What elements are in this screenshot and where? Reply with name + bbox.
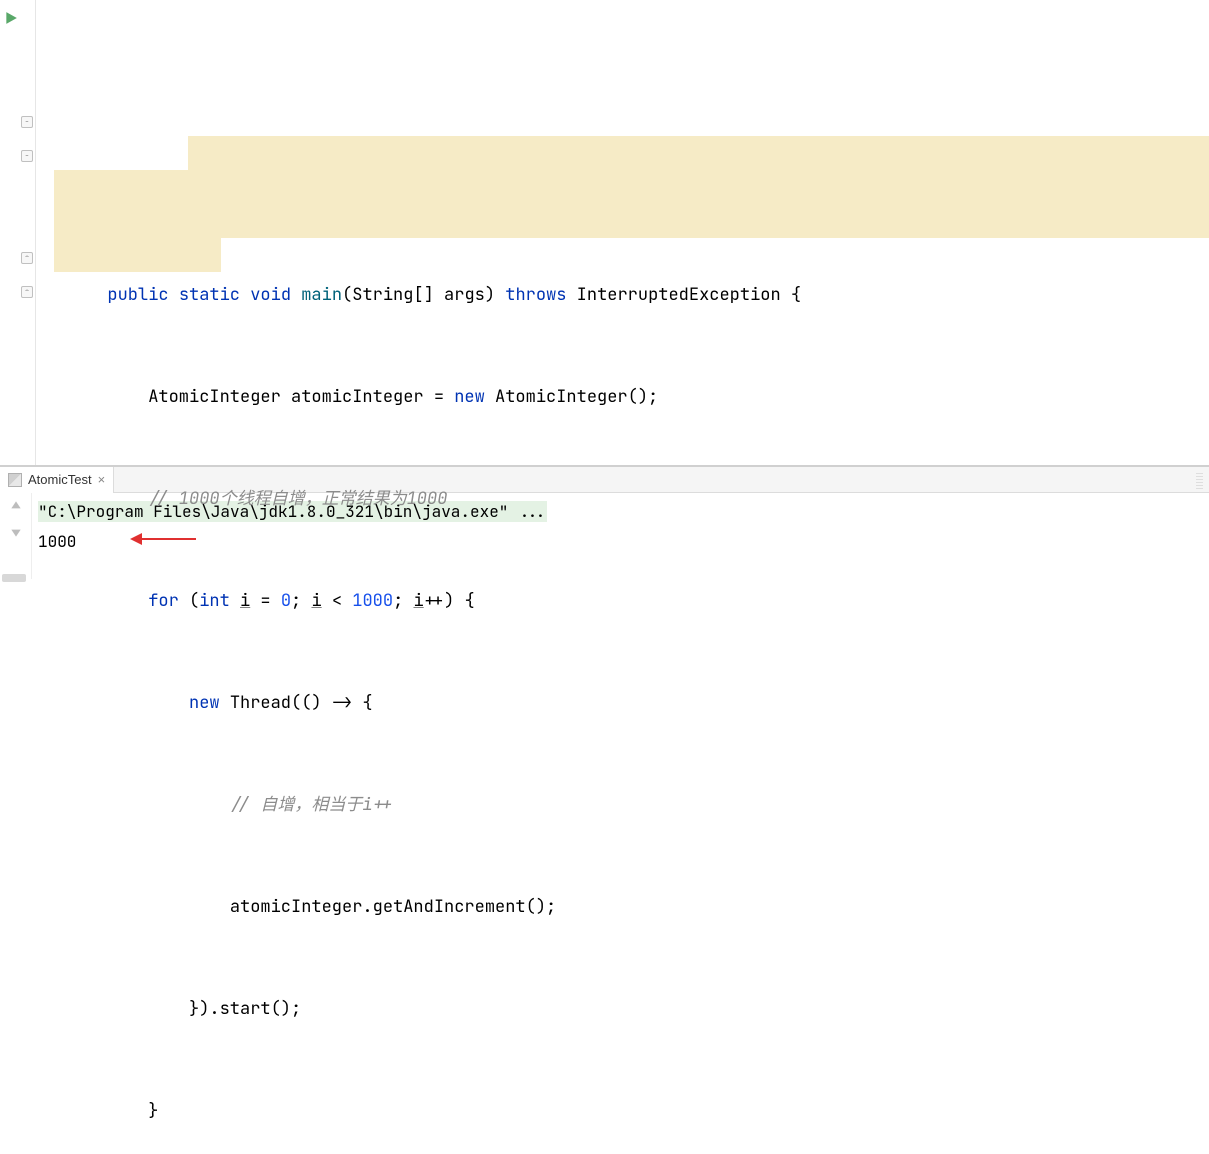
- console-gutter: [0, 493, 32, 579]
- arrow-down-icon[interactable]: [9, 525, 23, 539]
- code-content[interactable]: public static void main(String[] args) t…: [36, 0, 1209, 465]
- fold-close-icon[interactable]: ⌃: [21, 286, 33, 298]
- annotation-arrow-icon: [128, 529, 198, 549]
- drag-handle-icon[interactable]: [1196, 471, 1203, 489]
- arrow-up-icon[interactable]: [9, 499, 23, 513]
- console-output-line: 1000: [38, 527, 1203, 557]
- fold-close-icon[interactable]: ⌃: [21, 252, 33, 264]
- code-editor[interactable]: − − ⌃ ⌃ public static void main(String[]…: [0, 0, 1209, 465]
- resize-handle[interactable]: [2, 574, 26, 582]
- fold-marker-icon[interactable]: −: [21, 150, 33, 162]
- run-gutter-icon[interactable]: [4, 11, 18, 25]
- fold-marker-icon[interactable]: −: [21, 116, 33, 128]
- run-config-icon: [8, 473, 22, 487]
- editor-gutter: − − ⌃ ⌃: [0, 0, 36, 465]
